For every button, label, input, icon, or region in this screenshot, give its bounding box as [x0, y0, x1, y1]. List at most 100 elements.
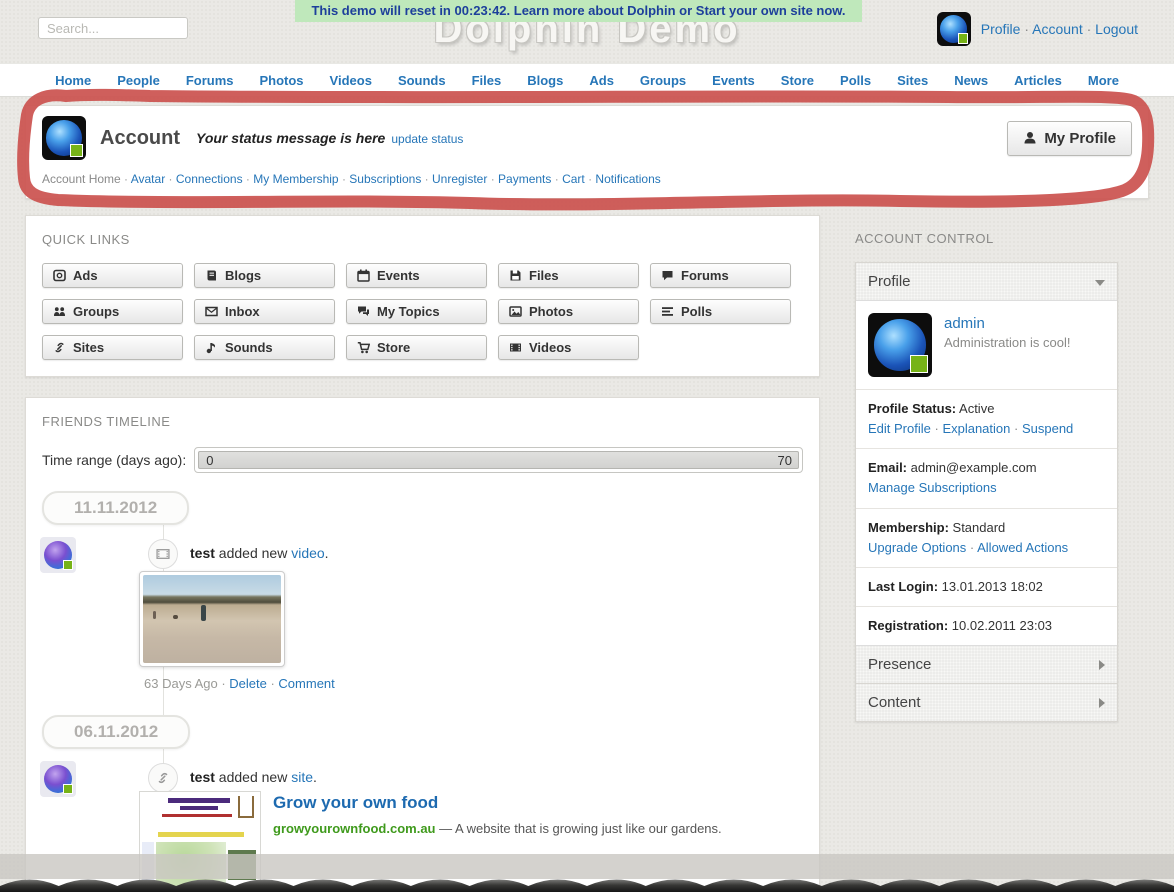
site-link[interactable]: site [291, 769, 313, 785]
presence-section-header[interactable]: Presence [856, 645, 1117, 683]
nav-forums[interactable]: Forums [186, 73, 234, 88]
nav-sounds[interactable]: Sounds [398, 73, 446, 88]
quick-link-sounds[interactable]: Sounds [194, 335, 335, 360]
page-title: Account [100, 127, 180, 150]
slider-max-value[interactable]: 70 [778, 453, 792, 468]
film-icon [509, 341, 522, 354]
nav-sites[interactable]: Sites [897, 73, 928, 88]
date-badge: 11.11.2012 [42, 491, 189, 525]
quick-link-photos[interactable]: Photos [498, 299, 639, 324]
profile-section-header[interactable]: Profile [856, 263, 1117, 301]
about-dolphin-link[interactable]: about Dolphin [588, 3, 675, 18]
site-url-link[interactable]: growyourownfood.com.au [273, 821, 436, 836]
nav-files[interactable]: Files [472, 73, 502, 88]
floppy-icon [509, 269, 522, 282]
quick-link-videos[interactable]: Videos [498, 335, 639, 360]
username-link[interactable]: admin [944, 315, 985, 332]
page: Dolphin Demo This demo will reset in 00:… [0, 0, 1174, 892]
site-title-link[interactable]: Grow your own food [273, 793, 438, 812]
nav-groups[interactable]: Groups [640, 73, 686, 88]
subnav-payments[interactable]: Payments [487, 172, 551, 186]
nav-events[interactable]: Events [712, 73, 755, 88]
nav-news[interactable]: News [954, 73, 988, 88]
site-entry-icon [148, 763, 178, 793]
membership-row: Membership: Standard Upgrade OptionsAllo… [856, 508, 1117, 567]
entry-text: test added new video. [190, 537, 803, 561]
account-avatar[interactable] [42, 116, 86, 160]
quick-link-my-topics[interactable]: My Topics [346, 299, 487, 324]
subnav-my-membership[interactable]: My Membership [243, 172, 339, 186]
subnav-account-home: Account Home [42, 172, 131, 186]
date-badge: 06.11.2012 [42, 715, 190, 749]
admin-avatar[interactable] [868, 313, 932, 377]
friends-timeline-heading: FRIENDS TIMELINE [42, 414, 803, 429]
subnav-avatar[interactable]: Avatar [131, 172, 165, 186]
email-row: Email: admin@example.com Manage Subscrip… [856, 448, 1117, 507]
video-link[interactable]: video [291, 545, 324, 561]
allowed-actions-link[interactable]: Allowed Actions [966, 540, 1068, 555]
blog-icon [205, 269, 218, 282]
explanation-link[interactable]: Explanation [931, 421, 1011, 436]
time-range-slider[interactable]: 0 70 [194, 447, 803, 473]
nav-store[interactable]: Store [781, 73, 814, 88]
logout-link[interactable]: Logout [1083, 21, 1138, 37]
nav-more[interactable]: More [1088, 73, 1119, 88]
account-subnav: Account HomeAvatarConnectionsMy Membersh… [42, 172, 1132, 186]
my-profile-button[interactable]: My Profile [1007, 121, 1132, 156]
registration-row: Registration: 10.02.2011 23:03 [856, 606, 1117, 645]
subnav-cart[interactable]: Cart [551, 172, 584, 186]
nav-polls[interactable]: Polls [840, 73, 871, 88]
nav-ads[interactable]: Ads [589, 73, 614, 88]
nav-people[interactable]: People [117, 73, 160, 88]
subnav-connections[interactable]: Connections [165, 172, 242, 186]
manage-subscriptions-link[interactable]: Manage Subscriptions [868, 480, 997, 495]
subnav-notifications[interactable]: Notifications [585, 172, 661, 186]
quick-links-panel: QUICK LINKS Ads Blogs Events Files Forum… [25, 215, 820, 377]
slider-track[interactable]: 0 70 [198, 451, 799, 469]
entry-avatar[interactable] [40, 761, 76, 797]
update-status-link[interactable]: update status [391, 132, 463, 146]
nav-blogs[interactable]: Blogs [527, 73, 563, 88]
subnav-subscriptions[interactable]: Subscriptions [339, 172, 422, 186]
account-header-card: Account Your status message is hereupdat… [25, 105, 1149, 199]
demo-reset-banner: This demo will reset in 00:23:42. Learn … [295, 0, 862, 22]
nav-articles[interactable]: Articles [1014, 73, 1062, 88]
quick-link-inbox[interactable]: Inbox [194, 299, 335, 324]
content-section-header[interactable]: Content [856, 683, 1117, 721]
edit-profile-link[interactable]: Edit Profile [868, 421, 931, 436]
chevron-right-icon [1099, 660, 1105, 670]
quick-link-polls[interactable]: Polls [650, 299, 791, 324]
nav-videos[interactable]: Videos [330, 73, 372, 88]
nav-photos[interactable]: Photos [259, 73, 303, 88]
quick-link-groups[interactable]: Groups [42, 299, 183, 324]
user-avatar[interactable] [937, 12, 971, 46]
bars-icon [661, 305, 674, 318]
quick-link-sites[interactable]: Sites [42, 335, 183, 360]
upgrade-options-link[interactable]: Upgrade Options [868, 540, 966, 555]
subnav-unregister[interactable]: Unregister [421, 172, 487, 186]
profile-summary: admin Administration is cool! [856, 301, 1117, 389]
video-thumbnail[interactable] [139, 571, 285, 667]
quick-link-files[interactable]: Files [498, 263, 639, 288]
entry-avatar[interactable] [40, 537, 76, 573]
user-tagline: Administration is cool! [944, 335, 1070, 350]
quick-link-ads[interactable]: Ads [42, 263, 183, 288]
timeline-entry-video: test added new video. 63 Days Ago · Dele… [42, 537, 803, 691]
start-site-link[interactable]: Start your own site now. [696, 3, 846, 18]
entry-text: test added new site. [190, 761, 803, 785]
last-login-row: Last Login: 13.01.2013 18:02 [856, 567, 1117, 606]
entry-meta: 63 Days Ago · Delete · Comment [144, 676, 803, 691]
profile-link[interactable]: Profile [981, 21, 1021, 37]
user-box: ProfileAccountLogout [937, 12, 1138, 46]
nav-home[interactable]: Home [55, 73, 91, 88]
account-link[interactable]: Account [1020, 21, 1082, 37]
people-icon [53, 305, 66, 318]
delete-link[interactable]: Delete [229, 676, 267, 691]
quick-link-events[interactable]: Events [346, 263, 487, 288]
quick-link-blogs[interactable]: Blogs [194, 263, 335, 288]
quick-link-store[interactable]: Store [346, 335, 487, 360]
quick-link-forums[interactable]: Forums [650, 263, 791, 288]
comment-link[interactable]: Comment [278, 676, 334, 691]
slider-min-value[interactable]: 0 [206, 453, 213, 468]
suspend-link[interactable]: Suspend [1010, 421, 1073, 436]
